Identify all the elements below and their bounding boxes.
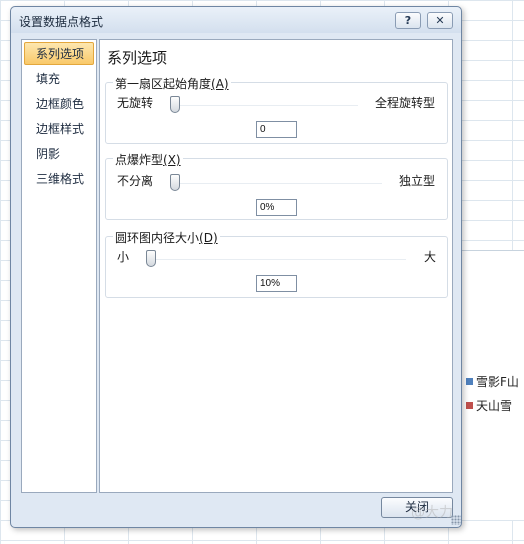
nav-item-shadow[interactable]: 阴影 xyxy=(24,142,94,165)
point-explosion-track[interactable] xyxy=(170,183,382,184)
format-data-point-dialog: 设置数据点格式 ? ✕ 系列选项 填充 边框颜色 边框样式 阴影 三维格式 系列… xyxy=(10,6,462,528)
help-button[interactable]: ? xyxy=(395,12,421,29)
close-icon: ✕ xyxy=(435,14,445,27)
legend-swatch-red xyxy=(466,402,473,409)
nav-item-border-color[interactable]: 边框颜色 xyxy=(24,92,94,115)
legend-item[interactable]: 天山雪 xyxy=(466,397,512,414)
first-slice-angle-text: 第一扇区起始角度 xyxy=(115,77,212,91)
doughnut-hole-size-label: 圆环图内径大小(D) xyxy=(113,229,220,246)
first-slice-angle-mnemonic: (A) xyxy=(211,77,229,91)
point-explosion-label: 点爆炸型(X) xyxy=(113,151,183,168)
point-explosion-input[interactable] xyxy=(256,199,297,216)
first-slice-angle-track[interactable] xyxy=(170,105,358,106)
no-separation-label: 不分离 xyxy=(117,174,154,188)
sheet-resize-dots: .... xyxy=(285,538,300,544)
point-explosion-text: 点爆炸型 xyxy=(115,153,164,167)
separated-label: 独立型 xyxy=(399,174,436,188)
full-rotation-label: 全程旋转型 xyxy=(375,96,436,110)
doughnut-hole-size-input[interactable] xyxy=(256,275,297,292)
point-explosion-group: 点爆炸型(X) 不分离 独立型 xyxy=(105,151,448,220)
dialog-title: 设置数据点格式 xyxy=(19,15,104,29)
watermark: @大力 xyxy=(411,505,453,521)
point-explosion-slider-thumb[interactable] xyxy=(170,174,180,191)
doughnut-hole-size-group: 圆环图内径大小(D) 小 大 xyxy=(105,229,448,298)
legend-item[interactable]: 雪影F山 xyxy=(466,373,519,390)
no-rotation-label: 无旋转 xyxy=(117,96,154,110)
doughnut-hole-size-mnemonic: (D) xyxy=(199,231,218,245)
first-slice-angle-slider-thumb[interactable] xyxy=(170,96,180,113)
series-options-panel: 系列选项 第一扇区起始角度(A) 无旋转 全程旋转型 点爆炸型(X) 不分离 独… xyxy=(99,39,453,493)
category-nav: 系列选项 填充 边框颜色 边框样式 阴影 三维格式 xyxy=(21,39,97,493)
panel-title: 系列选项 xyxy=(107,49,168,67)
help-icon: ? xyxy=(404,14,412,27)
nav-item-border-style[interactable]: 边框样式 xyxy=(24,117,94,140)
doughnut-hole-size-text: 圆环图内径大小 xyxy=(115,231,200,245)
legend-label: 天山雪 xyxy=(476,399,513,413)
legend-label: 雪影F山 xyxy=(476,375,519,389)
first-slice-angle-input[interactable] xyxy=(256,121,297,138)
doughnut-hole-size-track[interactable] xyxy=(146,259,406,260)
nav-item-series-options[interactable]: 系列选项 xyxy=(24,42,94,65)
large-label: 大 xyxy=(424,250,437,264)
point-explosion-mnemonic: (X) xyxy=(163,153,181,167)
first-slice-angle-label: 第一扇区起始角度(A) xyxy=(113,75,231,92)
small-label: 小 xyxy=(117,250,130,264)
nav-item-fill[interactable]: 填充 xyxy=(24,67,94,90)
dialog-titlebar[interactable]: 设置数据点格式 ? ✕ xyxy=(11,7,461,33)
doughnut-hole-size-slider-thumb[interactable] xyxy=(146,250,156,267)
legend-swatch-blue xyxy=(466,378,473,385)
first-slice-angle-group: 第一扇区起始角度(A) 无旋转 全程旋转型 xyxy=(105,75,448,144)
title-close-button[interactable]: ✕ xyxy=(427,12,453,29)
nav-item-3d-format[interactable]: 三维格式 xyxy=(24,167,94,190)
